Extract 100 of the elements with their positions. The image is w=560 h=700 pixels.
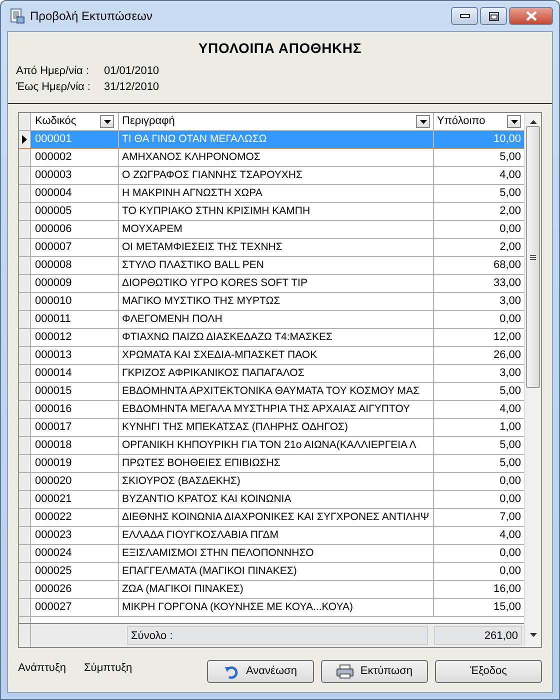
table-cell: 000006 bbox=[31, 221, 119, 238]
table-row[interactable]: 000002 ΑΜΗΧΑΝΟΣ ΚΛΗΡΟΝΟΜΟΣ 5,00 bbox=[19, 149, 524, 167]
table-row[interactable]: 000007 ΟΙ ΜΕΤΑΜΦΙΕΣΕΙΣ ΤΗΣ ΤΕΧΝΗΣ 2,00 bbox=[19, 239, 524, 257]
table-cell: 000013 bbox=[31, 347, 119, 364]
table-cell: 000025 bbox=[31, 563, 119, 580]
caret-icon bbox=[420, 120, 426, 124]
table-cell-text: 26,00 bbox=[492, 348, 522, 363]
table-row[interactable]: 000006 ΜΟΥΧΑΡΕΜ 0,00 bbox=[19, 221, 524, 239]
table-cell-text: 5,00 bbox=[498, 456, 522, 471]
table-row[interactable]: 000017 ΚΥΝΗΓΙ ΤΗΣ ΜΠΕΚΑΤΣΑΣ (ΠΛΗΡΗΣ ΟΔΗΓΟΣ) 1,00 bbox=[19, 419, 524, 437]
table-cell: ΜΟΥΧΑΡΕΜ bbox=[119, 221, 434, 238]
row-indicator bbox=[19, 185, 31, 202]
table-cell: ΕΒΔΟΜΗΝΤΑ ΜΕΓΑΛΑ ΜΥΣΤΗΡΙΑ ΤΗΣ ΑΡΧΑΙΑΣ ΑΙΓΥΠΤΟΥ bbox=[119, 401, 434, 418]
table-cell: 000014 bbox=[31, 365, 119, 382]
total-label: Σύνολο : bbox=[127, 626, 428, 645]
table-cell-text: 3,00 bbox=[498, 366, 522, 381]
table-cell: Η ΜΑΚΡΙΝΗ ΑΓΝΩΣΤΗ ΧΩΡΑ bbox=[119, 185, 434, 202]
table-cell: 000027 bbox=[31, 599, 119, 616]
scroll-up-icon bbox=[530, 120, 536, 124]
row-indicator bbox=[19, 401, 31, 418]
table-row[interactable]: 000003 Ο ΖΩΓΡΑΦΟΣ ΓΙΑΝΝΗΣ ΤΣΑΡΟΥΧΗΣ 4,00 bbox=[19, 167, 524, 185]
row-indicator bbox=[19, 563, 31, 580]
table-row[interactable]: 000015 ΕΒΔΟΜΗΝΤΑ ΑΡΧΙΤΕΚΤΟΝΙΚΑ ΘΑΥΜΑΤΑ ΤΟΥ ΚΟΣΜΟΥ ΜΑΣ 5,00 bbox=[19, 383, 524, 401]
table-cell: ΤΙ ΘΑ ΓΙΝΩ ΟΤΑΝ ΜΕΓΑΛΩΣΩ bbox=[119, 131, 434, 148]
table-row[interactable]: 000011 ΦΛΕΓΟΜΕΝΗ ΠΟΛΗ 0,00 bbox=[19, 311, 524, 329]
table-cell: ΠΡΩΤΕΣ ΒΟΗΘΕΙΕΣ ΕΠΙΒΙΩΣΗΣ bbox=[119, 455, 434, 472]
table-row[interactable]: 000022 ΔΙΕΘΝΗΣ ΚΟΙΝΩΝΙΑ ΔΙΑΧΡΟΝΙΚΕΣ ΚΑΙ ΣΥΓΧΡΟΝΕΣ ΑΝΤΙΛΗΨ 7,00 bbox=[19, 509, 524, 527]
row-indicator bbox=[19, 365, 31, 382]
table-row[interactable]: 000010 ΜΑΓΙΚΟ ΜΥΣΤΙΚΟ ΤΗΣ ΜΥΡΤΩΣ 3,00 bbox=[19, 293, 524, 311]
table-row[interactable]: 000008 ΣΤΥΛΟ ΠΛΑΣΤΙΚΟ BALL PEN 68,00 bbox=[19, 257, 524, 275]
table-cell: 000009 bbox=[31, 275, 119, 292]
row-indicator bbox=[19, 545, 31, 562]
table-cell: 000011 bbox=[31, 311, 119, 328]
footer-button[interactable]: Έξοδος bbox=[435, 660, 542, 683]
scrollbar-thumb[interactable] bbox=[526, 126, 540, 388]
table-row[interactable]: 000018 ΟΡΓΑΝΙΚΗ ΚΗΠΟΥΡΙΚΗ ΓΙΑ ΤΟΝ 21ο ΑΙΩΝΑ(ΚΑΛΛΙΕΡΓΕΙΑ Λ 5,00 bbox=[19, 437, 524, 455]
table-row[interactable]: 000012 ΦΤΙΑΧΝΩ ΠΑΙΖΩ ΔΙΑΣΚΕΔΑΖΩ Τ4:ΜΑΣΚΕΣ 12,00 bbox=[19, 329, 524, 347]
table-row[interactable]: 000016 ΕΒΔΟΜΗΝΤΑ ΜΕΓΑΛΑ ΜΥΣΤΗΡΙΑ ΤΗΣ ΑΡΧΑΙΑΣ ΑΙΓΥΠΤΟΥ 4,00 bbox=[19, 401, 524, 419]
table-cell: ΟΡΓΑΝΙΚΗ ΚΗΠΟΥΡΙΚΗ ΓΙΑ ΤΟΝ 21ο ΑΙΩΝΑ(ΚΑΛΛΙΕΡΓΕΙΑ Λ bbox=[119, 437, 434, 454]
table-cell: ΕΞΙΣΛΑΜΙΣΜΟΙ ΣΤΗΝ ΠΕΛΟΠΟΝΝΗΣΟ bbox=[119, 545, 434, 562]
table-row[interactable]: 000013 ΧΡΩΜΑΤΑ ΚΑΙ ΣΧΕΔΙΑ-ΜΠΑΣΚΕΤ ΠΑΟΚ 26,00 bbox=[19, 347, 524, 365]
footer-button[interactable]: Ανανέωση bbox=[207, 660, 314, 683]
table-cell: ΔΙΟΡΘΩΤΙΚΟ ΥΓΡΟ KORES SOFT TIP bbox=[119, 275, 434, 292]
filter-dropdown-button[interactable] bbox=[100, 115, 114, 128]
table-row[interactable]: 000027 ΜΙΚΡΗ ΓΟΡΓΟΝΑ (ΚΟΥΝΗΣΕ ΜΕ ΚΟΥΑ...ΚΟΥΑ) 15,00 bbox=[19, 599, 524, 617]
table-row[interactable]: 000025 ΕΠΑΓΓΕΛΜΑΤΑ (ΜΑΓΙΚΟΙ ΠΙΝΑΚΕΣ) 0,00 bbox=[19, 563, 524, 581]
table-cell-text: 16,00 bbox=[492, 582, 522, 597]
table-cell: 000008 bbox=[31, 257, 119, 274]
table-cell: ΦΤΙΑΧΝΩ ΠΑΙΖΩ ΔΙΑΣΚΕΔΑΖΩ Τ4:ΜΑΣΚΕΣ bbox=[119, 329, 434, 346]
row-indicator bbox=[19, 491, 31, 508]
row-indicator bbox=[19, 347, 31, 364]
document-icon bbox=[9, 8, 25, 24]
table-cell: 000021 bbox=[31, 491, 119, 508]
table-row[interactable]: 000005 ΤΟ ΚΥΠΡΙΑΚΟ ΣΤΗΝ ΚΡΙΣΙΜΗ ΚΑΜΠΗ 2,00 bbox=[19, 203, 524, 221]
footer-button[interactable]: Εκτύπωση bbox=[321, 660, 428, 683]
table-cell: ΕΒΔΟΜΗΝΤΑ ΑΡΧΙΤΕΚΤΟΝΙΚΑ ΘΑΥΜΑΤΑ ΤΟΥ ΚΟΣΜΟΥ ΜΑΣ bbox=[119, 383, 434, 400]
table-cell-text: 0,00 bbox=[498, 546, 522, 561]
row-indicator bbox=[19, 455, 31, 472]
footer-link[interactable]: Ανάπτυξη bbox=[18, 660, 66, 676]
table-row[interactable]: 000019 ΠΡΩΤΕΣ ΒΟΗΘΕΙΕΣ ΕΠΙΒΙΩΣΗΣ 5,00 bbox=[19, 455, 524, 473]
table-cell-text: 0,00 bbox=[498, 222, 522, 237]
table-cell-text: 5,00 bbox=[498, 384, 522, 399]
maximize-button[interactable] bbox=[480, 7, 507, 25]
row-indicator bbox=[19, 293, 31, 310]
table-cell-text: 7,00 bbox=[498, 510, 522, 525]
table-row[interactable]: 000021 ΒΥΖΑΝΤΙΟ ΚΡΑΤΟΣ ΚΑΙ ΚΟΙΝΩΝΙΑ 0,00 bbox=[19, 491, 524, 509]
table-cell: 000015 bbox=[31, 383, 119, 400]
table-row[interactable]: 000014 ΓΚΡΙΖΟΣ ΑΦΡΙΚΑΝΙΚΟΣ ΠΑΠΑΓΑΛΟΣ 3,00 bbox=[19, 365, 524, 383]
close-button[interactable] bbox=[509, 7, 553, 25]
table-cell: ΖΩΑ (ΜΑΓΙΚΟΙ ΠΙΝΑΚΕΣ) bbox=[119, 581, 434, 598]
caret-icon bbox=[104, 120, 110, 124]
table-cell: ΜΑΓΙΚΟ ΜΥΣΤΙΚΟ ΤΗΣ ΜΥΡΤΩΣ bbox=[119, 293, 434, 310]
table-cell-text: 33,00 bbox=[492, 276, 522, 291]
table-cell-text: 5,00 bbox=[498, 150, 522, 165]
table-row[interactable]: 000026 ΖΩΑ (ΜΑΓΙΚΟΙ ΠΙΝΑΚΕΣ) 16,00 bbox=[19, 581, 524, 599]
table-cell: ΣΤΥΛΟ ΠΛΑΣΤΙΚΟ BALL PEN bbox=[119, 257, 434, 274]
filter-value: 01/01/2010 bbox=[104, 64, 160, 79]
table-row[interactable]: 000024 ΕΞΙΣΛΑΜΙΣΜΟΙ ΣΤΗΝ ΠΕΛΟΠΟΝΝΗΣΟ 0,00 bbox=[19, 545, 524, 563]
filter-dropdown-button[interactable] bbox=[507, 115, 521, 128]
row-indicator bbox=[19, 149, 31, 166]
table-cell-text: 68,00 bbox=[492, 258, 522, 273]
table-cell: ΧΡΩΜΑΤΑ ΚΑΙ ΣΧΕΔΙΑ-ΜΠΑΣΚΕΤ ΠΑΟΚ bbox=[119, 347, 434, 364]
filter-label: Από Ημερ/νία : bbox=[16, 64, 90, 79]
row-indicator bbox=[19, 275, 31, 292]
vertical-scrollbar[interactable] bbox=[524, 113, 541, 647]
filter-dropdown-button[interactable] bbox=[416, 115, 430, 128]
footer-link[interactable]: Σύμπτυξη bbox=[84, 660, 132, 676]
row-indicator bbox=[19, 257, 31, 274]
filter-value: 31/12/2010 bbox=[104, 80, 160, 95]
column-header[interactable]: Υπόλοιπο bbox=[434, 113, 524, 130]
row-indicator bbox=[19, 527, 31, 544]
maximize-icon bbox=[488, 12, 498, 20]
table-row[interactable]: 000009 ΔΙΟΡΘΩΤΙΚΟ ΥΓΡΟ KORES SOFT TIP 33,00 bbox=[19, 275, 524, 293]
table-row[interactable]: 000023 ΕΛΛΑΔΑ ΓΙΟΥΓΚΟΣΛΑΒΙΑ ΠΓΔΜ 4,00 bbox=[19, 527, 524, 545]
table-cell: 000003 bbox=[31, 167, 119, 184]
table-cell-text: 2,00 bbox=[498, 204, 522, 219]
table-row[interactable]: 000020 ΣΚΙΟΥΡΟΣ (ΒΑΣΔΕΚΗΣ) 0,00 bbox=[19, 473, 524, 491]
table-cell-text: 0,00 bbox=[498, 492, 522, 507]
minimize-button[interactable] bbox=[451, 7, 478, 25]
table-row[interactable]: 000004 Η ΜΑΚΡΙΝΗ ΑΓΝΩΣΤΗ ΧΩΡΑ 5,00 bbox=[19, 185, 524, 203]
